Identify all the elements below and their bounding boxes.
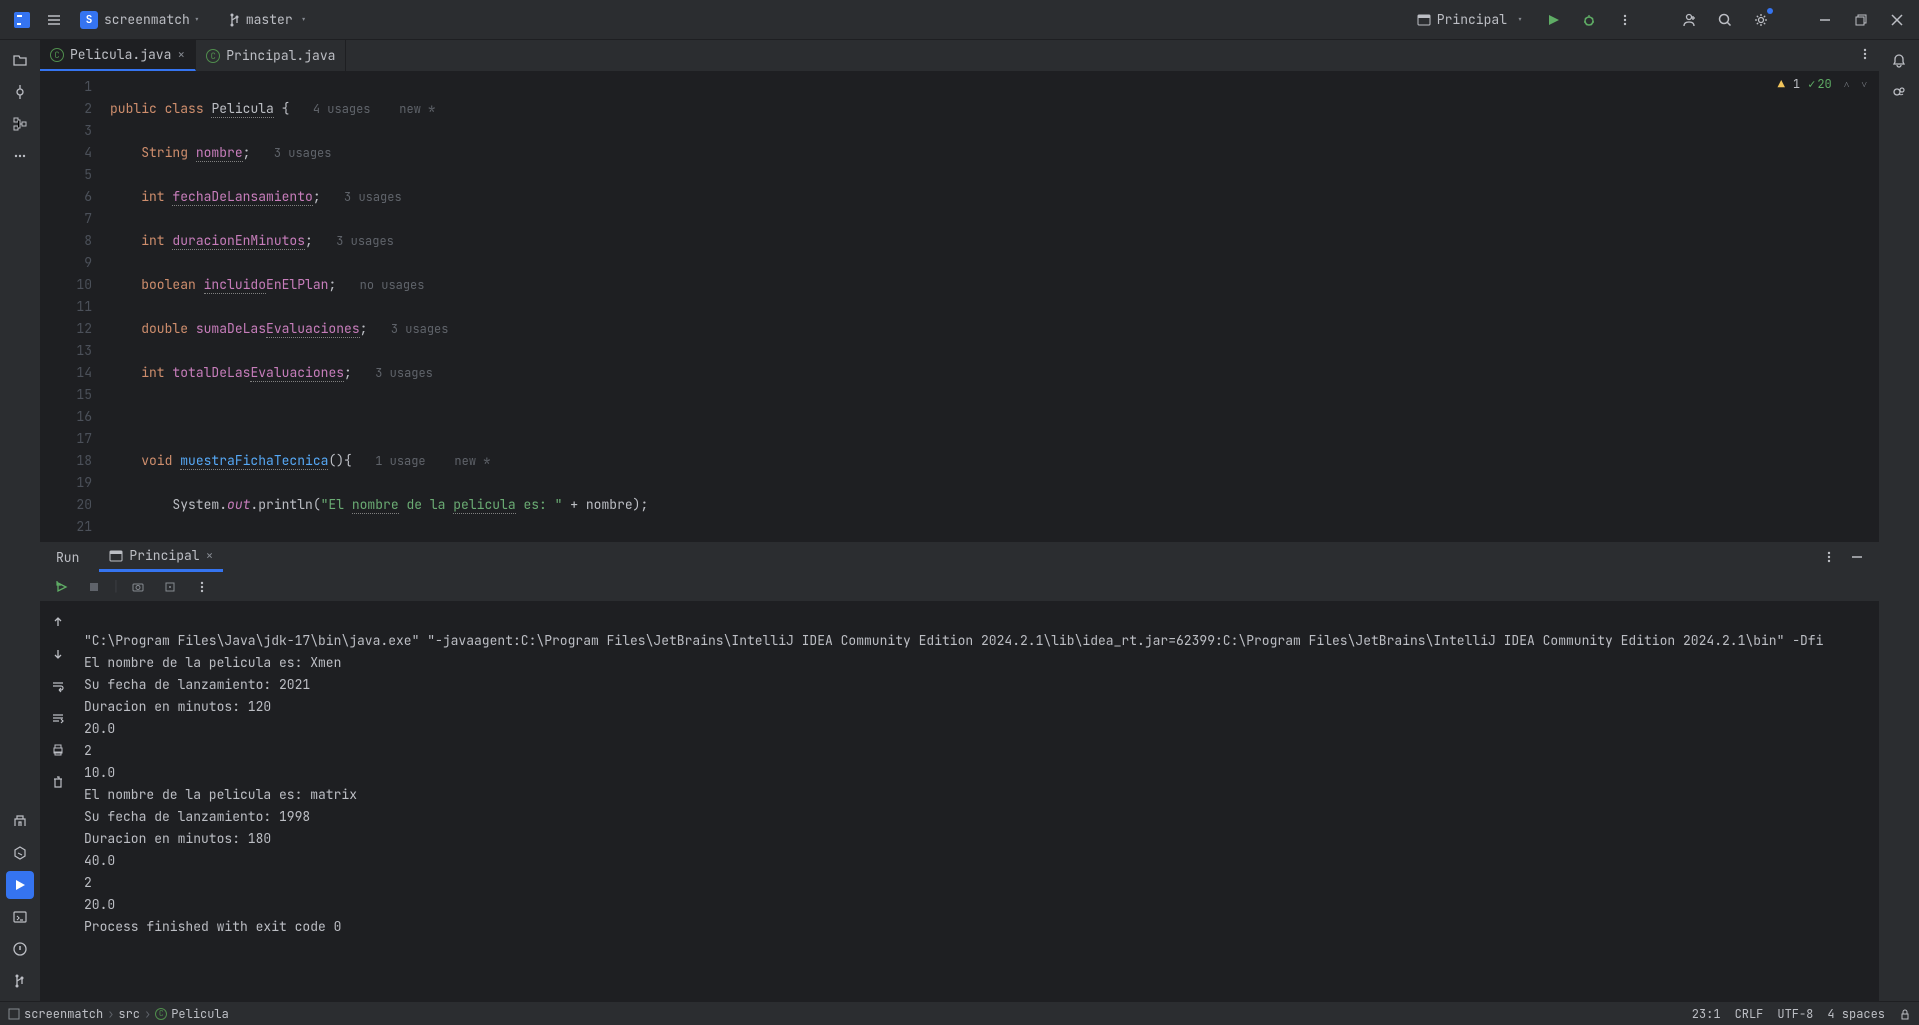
rerun-icon[interactable]: [48, 573, 76, 601]
editor[interactable]: 12345678910111213141516171819202122 publ…: [40, 72, 1879, 541]
more-tools-icon[interactable]: [6, 142, 34, 170]
branch-icon: [228, 13, 242, 27]
minimize-window-icon[interactable]: [1811, 6, 1839, 34]
line-separator[interactable]: CRLF: [1735, 1006, 1764, 1022]
console-side-toolbar: [40, 602, 76, 1001]
commit-tool-icon[interactable]: [6, 78, 34, 106]
breadcrumb-folder[interactable]: src: [118, 1006, 140, 1022]
settings-icon[interactable]: [1747, 6, 1775, 34]
problems-tool-icon[interactable]: [6, 935, 34, 963]
notifications-icon[interactable]: [1885, 46, 1913, 74]
app-logo-icon[interactable]: [8, 6, 36, 34]
left-tool-sidebar: [0, 40, 40, 1001]
branch-name: master: [246, 11, 293, 28]
class-file-icon: C: [155, 1008, 167, 1020]
readonly-lock-icon[interactable]: [1899, 1008, 1911, 1020]
print-icon[interactable]: [44, 736, 72, 764]
statusbar: screenmatch › src › C Pelicula 23:1 CRLF…: [0, 1001, 1919, 1025]
branch-selector[interactable]: master ▾: [220, 7, 315, 32]
run-configuration-selector[interactable]: Principal ▾: [1409, 7, 1531, 32]
warning-icon: ▲: [1778, 76, 1785, 92]
class-file-icon: C: [50, 48, 64, 62]
debug-button[interactable]: [1575, 6, 1603, 34]
main-menu-icon[interactable]: [40, 6, 68, 34]
more-actions-icon[interactable]: [1611, 6, 1639, 34]
project-badge-icon: S: [80, 11, 98, 29]
titlebar: S screenmatch ▾ master ▾ Principal ▾: [0, 0, 1919, 40]
tab-label: Principal.java: [226, 47, 335, 64]
ai-assistant-icon[interactable]: [1885, 78, 1913, 106]
console-output[interactable]: "C:\Program Files\Java\jdk-17\bin\java.e…: [76, 602, 1879, 1001]
file-encoding[interactable]: UTF-8: [1777, 1006, 1813, 1022]
clear-console-icon[interactable]: [44, 768, 72, 796]
expand-icon[interactable]: [156, 573, 184, 601]
terminal-tool-icon[interactable]: [6, 903, 34, 931]
build-tool-icon[interactable]: [6, 807, 34, 835]
breadcrumb[interactable]: screenmatch › src › C Pelicula: [8, 1006, 229, 1022]
cursor-position[interactable]: 23:1: [1692, 1006, 1721, 1022]
stop-icon[interactable]: [80, 573, 108, 601]
soft-wrap-icon[interactable]: [44, 672, 72, 700]
screenshot-icon[interactable]: [124, 573, 152, 601]
right-tool-sidebar: [1879, 40, 1919, 1001]
gutter: 12345678910111213141516171819202122: [40, 72, 110, 541]
project-tool-icon[interactable]: [6, 46, 34, 74]
run-panel-options-icon[interactable]: [1815, 543, 1843, 571]
typo-icon: ✓: [1808, 76, 1815, 92]
run-tool-label: Run: [48, 549, 87, 566]
chevron-down-icon: ▾: [1517, 13, 1523, 26]
close-run-tab-icon[interactable]: ×: [206, 547, 214, 564]
breadcrumb-file[interactable]: Pelicula: [171, 1006, 229, 1022]
services-tool-icon[interactable]: [6, 839, 34, 867]
structure-tool-icon[interactable]: [6, 110, 34, 138]
code-with-me-icon[interactable]: [1675, 6, 1703, 34]
run-button[interactable]: [1539, 6, 1567, 34]
run-tool-icon[interactable]: [6, 871, 34, 899]
code-area[interactable]: public class Pelicula { 4 usages new * S…: [110, 72, 1879, 541]
restore-window-icon[interactable]: [1847, 6, 1875, 34]
scroll-down-icon[interactable]: [44, 640, 72, 668]
project-selector[interactable]: S screenmatch ▾: [72, 7, 208, 33]
scroll-up-icon[interactable]: [44, 608, 72, 636]
chevron-down-icon: ▾: [194, 13, 200, 26]
run-panel: Run Principal × |: [40, 541, 1879, 1001]
warning-count: 1: [1793, 76, 1800, 92]
tab-label: Pelicula.java: [70, 46, 171, 63]
inspection-widget[interactable]: ▲ 1 ✓20 ˄ ˅: [1778, 76, 1867, 92]
class-file-icon: C: [206, 49, 220, 63]
chevron-down-icon[interactable]: ˅: [1861, 78, 1867, 91]
hide-panel-icon[interactable]: [1843, 543, 1871, 571]
tab-options-icon[interactable]: [1851, 40, 1879, 68]
chevron-up-icon[interactable]: ˄: [1844, 78, 1850, 91]
close-tab-icon[interactable]: ×: [177, 46, 185, 63]
editor-tabs: C Pelicula.java × C Principal.java: [40, 40, 1879, 72]
vcs-tool-icon[interactable]: [6, 967, 34, 995]
run-tab-principal[interactable]: Principal ×: [99, 542, 223, 572]
module-icon: [8, 1008, 20, 1020]
scroll-to-end-icon[interactable]: [44, 704, 72, 732]
more-console-icon[interactable]: [188, 573, 216, 601]
typo-count: 20: [1817, 76, 1831, 92]
indent-setting[interactable]: 4 spaces: [1827, 1006, 1885, 1022]
breadcrumb-project[interactable]: screenmatch: [24, 1006, 103, 1022]
editor-tab-pelicula[interactable]: C Pelicula.java ×: [40, 40, 196, 71]
run-tab-label: Principal: [129, 547, 199, 564]
application-icon: [109, 549, 123, 563]
search-icon[interactable]: [1711, 6, 1739, 34]
run-config-name: Principal: [1437, 11, 1507, 28]
application-icon: [1417, 13, 1431, 27]
close-window-icon[interactable]: [1883, 6, 1911, 34]
editor-tab-principal[interactable]: C Principal.java: [196, 40, 346, 71]
chevron-down-icon: ▾: [301, 13, 307, 26]
project-name: screenmatch: [104, 11, 190, 28]
